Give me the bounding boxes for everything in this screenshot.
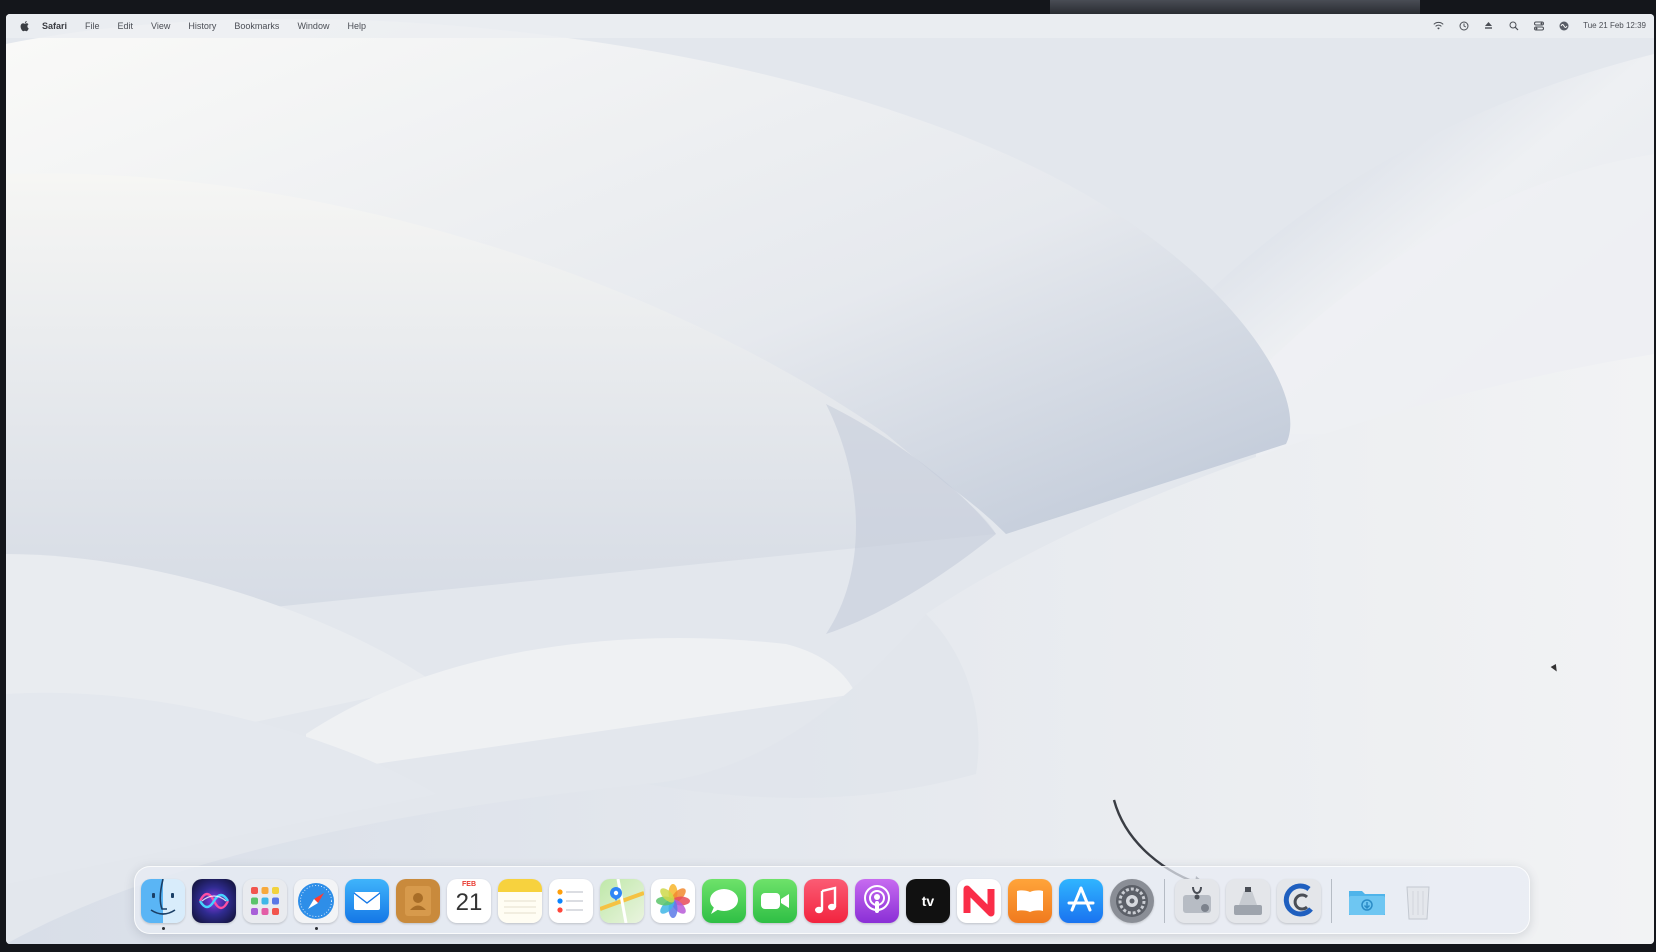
system-preferences-icon[interactable] (1110, 879, 1154, 923)
maps-icon[interactable] (600, 879, 644, 923)
dock-divider (1164, 879, 1165, 923)
disk-utility-icon[interactable] (1175, 879, 1219, 923)
downloads-folder-icon[interactable] (1345, 879, 1389, 923)
calendar-day: 21 (455, 889, 483, 916)
launchpad-icon[interactable] (243, 879, 287, 923)
mail-icon[interactable] (345, 879, 389, 923)
facetime-icon[interactable] (753, 879, 797, 923)
finder-running-indicator (162, 927, 165, 930)
safari-icon[interactable] (294, 879, 338, 923)
calendar-icon[interactable]: FEB 21 (447, 879, 491, 923)
migration-icon[interactable] (1277, 879, 1321, 923)
podcasts-icon[interactable] (855, 879, 899, 923)
messages-icon[interactable] (702, 879, 746, 923)
dock-divider-2 (1331, 879, 1332, 923)
finder-icon[interactable] (141, 879, 185, 923)
photos-icon[interactable] (651, 879, 695, 923)
notes-icon[interactable] (498, 879, 542, 923)
tv-label: tv (921, 893, 935, 909)
dock: FEB 21 tv (134, 866, 1530, 934)
contacts-icon[interactable] (396, 879, 440, 923)
boot-camp-icon[interactable] (1226, 879, 1270, 923)
calendar-month: FEB (462, 881, 476, 888)
reminders-icon[interactable] (549, 879, 593, 923)
books-icon[interactable] (1008, 879, 1052, 923)
news-icon[interactable] (957, 879, 1001, 923)
trash-icon[interactable] (1396, 879, 1440, 923)
apple-tv-icon[interactable]: tv (906, 879, 950, 923)
siri-icon[interactable] (192, 879, 236, 923)
arrow-pointer-icon (1112, 799, 1209, 890)
safari-running-indicator (315, 927, 318, 930)
music-icon[interactable] (804, 879, 848, 923)
app-store-icon[interactable] (1059, 879, 1103, 923)
desktop-screen: Safari File Edit View History Bookmarks … (6, 14, 1654, 944)
